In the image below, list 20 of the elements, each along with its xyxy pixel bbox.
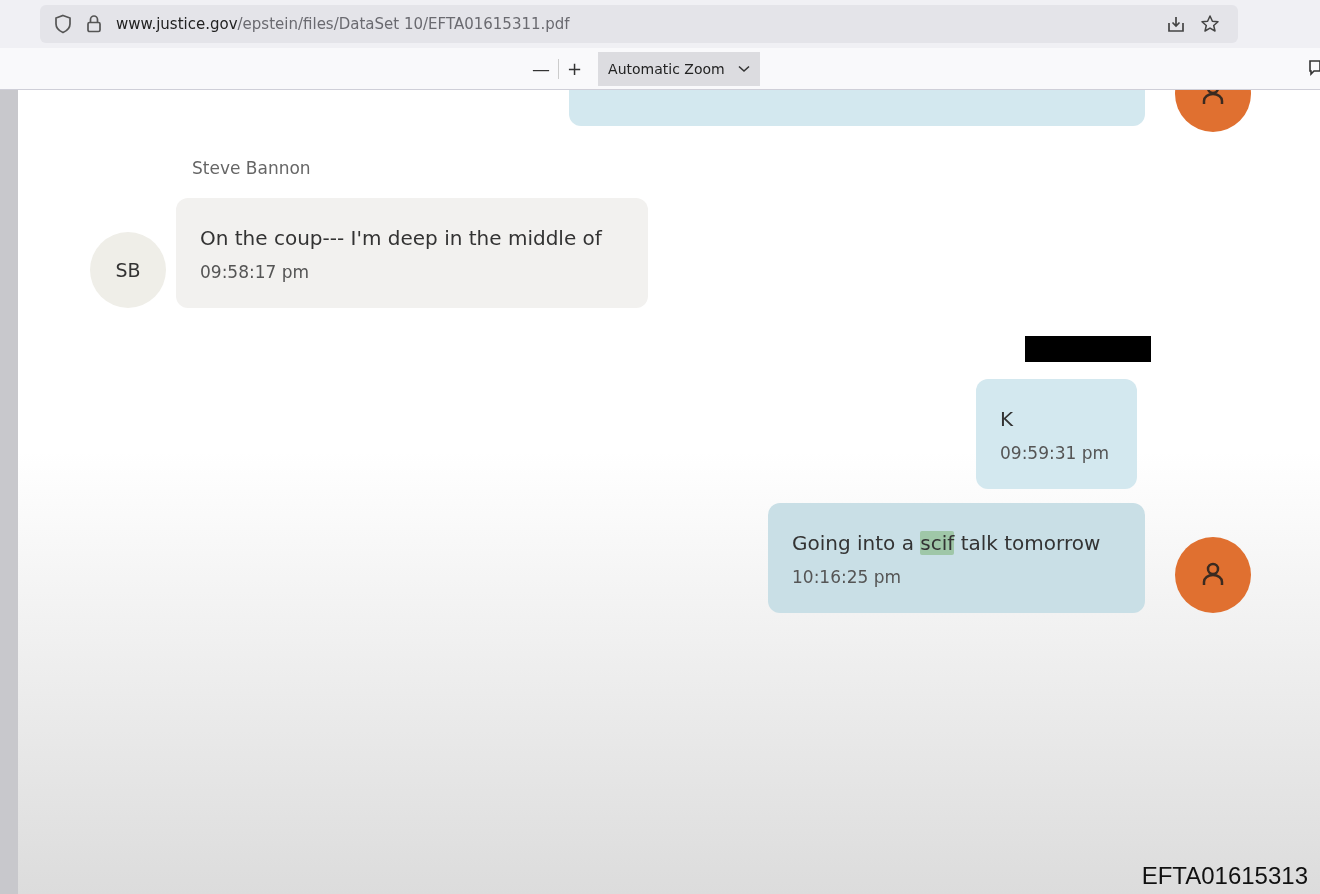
download-icon[interactable] — [1166, 14, 1186, 34]
message-text: Going into a scif talk tomorrow — [792, 531, 1102, 555]
zoom-dropdown[interactable]: Automatic Zoom — [598, 51, 761, 86]
message-time: 10:16:25 pm — [792, 567, 903, 587]
star-icon[interactable] — [1200, 14, 1220, 34]
address-bar[interactable]: www.justice.gov/epstein/files/DataSet 10/EFTA01615311.pdf — [40, 5, 1238, 43]
caret-icon — [738, 64, 751, 73]
message-text: On the coup--- I'm deep in the middle of — [200, 226, 604, 250]
zoom-in-button[interactable]: + — [561, 58, 589, 79]
message-time: 09:59:31 pm — [1000, 443, 1111, 463]
avatar-initials: SB — [90, 232, 166, 308]
message-text: K — [1000, 407, 1015, 431]
shield-icon[interactable] — [54, 14, 72, 34]
zoom-out-button[interactable]: — — [526, 58, 556, 79]
document-id: EFTA01615313 — [1141, 862, 1308, 890]
sender-name: Steve Bannon — [192, 158, 311, 178]
message-time: 09:58:17 pm — [200, 262, 311, 282]
comment-icon[interactable] — [1308, 58, 1320, 78]
url-text[interactable]: www.justice.gov/epstein/files/DataSet 10/EFTA01615311.pdf — [116, 15, 570, 33]
lock-icon[interactable] — [86, 14, 102, 34]
